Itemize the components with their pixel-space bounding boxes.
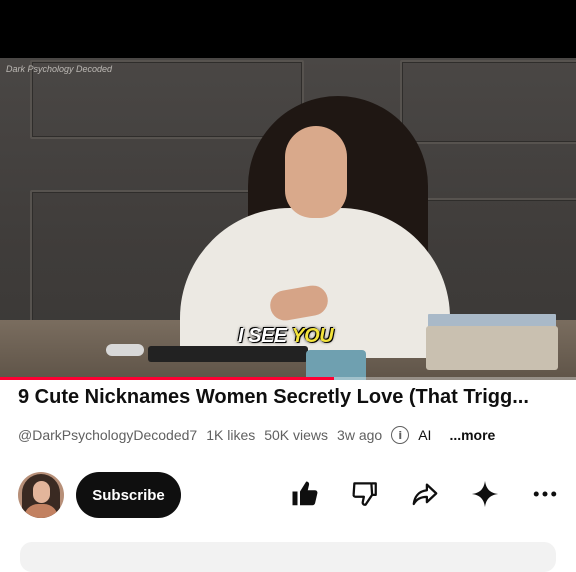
channel-avatar[interactable] [18, 472, 64, 518]
ai-info-chip[interactable]: i AI [391, 426, 440, 444]
more-options-icon [533, 491, 557, 497]
like-count: 1K likes [206, 427, 256, 443]
dislike-button[interactable] [348, 477, 382, 511]
more-options-button[interactable] [528, 477, 562, 511]
video-player[interactable]: Dark Psychology Decoded I SEE YOU [0, 58, 576, 380]
progress-fill [0, 377, 335, 380]
avatar-face [33, 481, 50, 503]
book-stack [426, 326, 558, 370]
video-meta[interactable]: @DarkPsychologyDecoded7 1K likes 50K vie… [18, 426, 504, 444]
channel-handle[interactable]: @DarkPsychologyDecoded7 [18, 427, 197, 443]
share-button[interactable] [408, 477, 442, 511]
comments-preview[interactable] [20, 542, 556, 572]
video-caption: I SEE YOU [238, 325, 334, 348]
status-bar-area [0, 0, 576, 58]
channel-watermark: Dark Psychology Decoded [6, 64, 113, 74]
share-icon [412, 483, 438, 506]
computer-mouse [106, 344, 144, 356]
mug [306, 350, 366, 380]
caption-highlight-word: YOU [291, 325, 334, 347]
info-icon: i [391, 426, 410, 444]
ask-ai-button[interactable] [468, 477, 502, 511]
ai-label: AI [418, 427, 432, 443]
wall-panel [400, 60, 576, 144]
thumbs-up-icon [292, 481, 318, 506]
view-count: 50K views [264, 427, 329, 443]
video-title[interactable]: 9 Cute Nicknames Women Secretly Love (Th… [18, 386, 563, 416]
speaker-face [285, 126, 347, 218]
more-link[interactable]: ...more [449, 427, 495, 443]
upload-age: 3w ago [337, 427, 383, 443]
caption-word: I SEE [238, 325, 287, 347]
keyboard [148, 346, 308, 362]
sparkle-icon [471, 480, 499, 508]
subscribe-button[interactable]: Subscribe [76, 472, 181, 518]
thumbs-down-icon [352, 482, 377, 506]
like-button[interactable] [288, 477, 322, 511]
